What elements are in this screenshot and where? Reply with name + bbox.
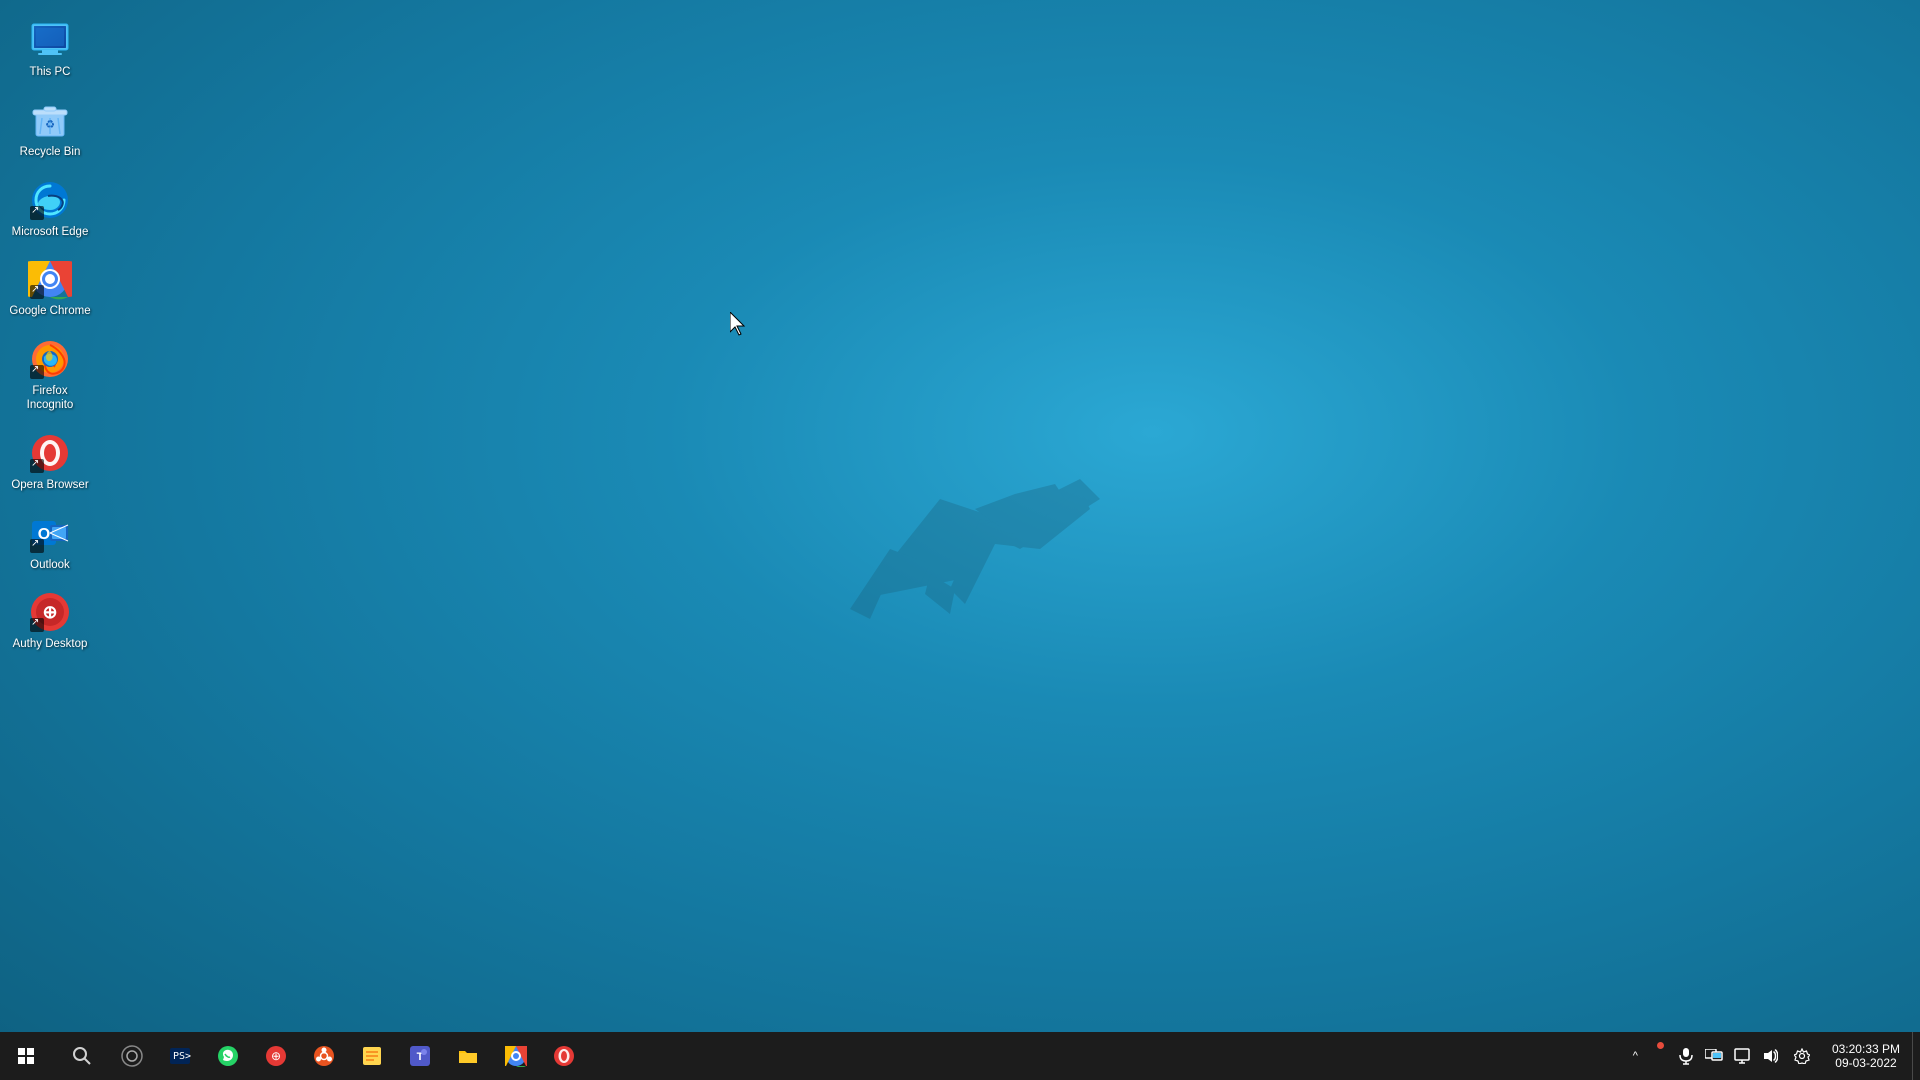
taskbar-search[interactable] — [56, 1032, 108, 1080]
authy-desktop-image: ⊕ — [28, 590, 72, 634]
taskbar-file-explorer[interactable] — [444, 1032, 492, 1080]
recycle-bin-icon[interactable]: ♻ Recycle Bin — [5, 90, 95, 168]
this-pc-icon[interactable]: This PC — [5, 10, 95, 88]
tray-monitor[interactable] — [1728, 1032, 1756, 1080]
authy-desktop-label: Authy Desktop — [13, 638, 88, 652]
microsoft-edge-icon[interactable]: Microsoft Edge — [5, 170, 95, 248]
desktop-icons: This PC ♻ Recyc — [0, 10, 100, 662]
outlook-icon[interactable]: O Outlook — [5, 503, 95, 581]
svg-text:⊕: ⊕ — [42, 602, 57, 622]
google-chrome-image — [28, 257, 72, 301]
taskbar-terminal[interactable]: PS> — [156, 1032, 204, 1080]
taskbar-sticky-notes[interactable] — [348, 1032, 396, 1080]
taskbar: PS> ⊕ — [0, 1032, 1920, 1080]
shortcut-arrow-firefox — [30, 365, 44, 379]
authy-desktop-icon[interactable]: ⊕ Authy Desktop — [5, 582, 95, 660]
taskbar-center: PS> ⊕ — [52, 1032, 1627, 1080]
microsoft-edge-label: Microsoft Edge — [12, 226, 89, 240]
svg-text:⊕: ⊕ — [271, 1049, 281, 1063]
google-chrome-icon[interactable]: Google Chrome — [5, 249, 95, 327]
opera-browser-label: Opera Browser — [11, 479, 88, 493]
google-chrome-label: Google Chrome — [9, 305, 90, 319]
show-desktop-button[interactable] — [1912, 1032, 1920, 1080]
firefox-incognito-image — [28, 337, 72, 381]
recycle-bin-image: ♻ — [28, 98, 72, 142]
recycle-bin-label: Recycle Bin — [20, 146, 81, 160]
taskbar-cortana[interactable] — [108, 1032, 156, 1080]
microsoft-edge-image — [28, 178, 72, 222]
this-pc-label: This PC — [30, 66, 71, 80]
mouse-cursor — [730, 312, 750, 336]
taskbar-whatsapp[interactable] — [204, 1032, 252, 1080]
tray-notification-dot[interactable] — [1644, 1032, 1672, 1080]
taskbar-left — [0, 1032, 52, 1080]
tray-display[interactable] — [1700, 1032, 1728, 1080]
notification-indicator — [1657, 1042, 1664, 1049]
firefox-incognito-label: Firefox Incognito — [9, 385, 91, 413]
shortcut-arrow — [30, 206, 44, 220]
svg-text:♻: ♻ — [45, 119, 55, 131]
opera-browser-image — [28, 431, 72, 475]
taskbar-teams[interactable]: T — [396, 1032, 444, 1080]
outlook-image: O — [28, 511, 72, 555]
shortcut-arrow-outlook — [30, 539, 44, 553]
taskbar-chrome[interactable] — [492, 1032, 540, 1080]
desktop: This PC ♻ Recyc — [0, 0, 1920, 1080]
clock-time: 03:20:33 PM — [1832, 1042, 1900, 1056]
start-button[interactable] — [0, 1032, 52, 1080]
shortcut-arrow-opera — [30, 459, 44, 473]
shortcut-arrow-chrome — [30, 285, 44, 299]
outlook-label: Outlook — [30, 559, 70, 573]
clock-area[interactable]: 03:20:33 PM 09-03-2022 — [1820, 1032, 1912, 1080]
shortcut-arrow-authy — [30, 618, 44, 632]
tray-chevron-button[interactable]: ^ — [1627, 1032, 1644, 1080]
taskbar-right: ^ — [1627, 1032, 1920, 1080]
svg-text:PS>: PS> — [173, 1051, 191, 1062]
opera-browser-icon[interactable]: Opera Browser — [5, 423, 95, 501]
firefox-incognito-icon[interactable]: Firefox Incognito — [5, 329, 95, 421]
tray-microphone[interactable] — [1672, 1032, 1700, 1080]
taskbar-ubuntu[interactable] — [300, 1032, 348, 1080]
system-tray: ^ — [1627, 1032, 1920, 1080]
tray-volume[interactable] — [1756, 1032, 1784, 1080]
tray-settings[interactable] — [1784, 1032, 1820, 1080]
this-pc-image — [28, 18, 72, 62]
clock-date: 09-03-2022 — [1835, 1056, 1896, 1070]
windows-logo — [18, 1048, 34, 1064]
taskbar-authy[interactable]: ⊕ — [252, 1032, 300, 1080]
taskbar-opera[interactable] — [540, 1032, 588, 1080]
rog-logo — [800, 419, 1120, 639]
